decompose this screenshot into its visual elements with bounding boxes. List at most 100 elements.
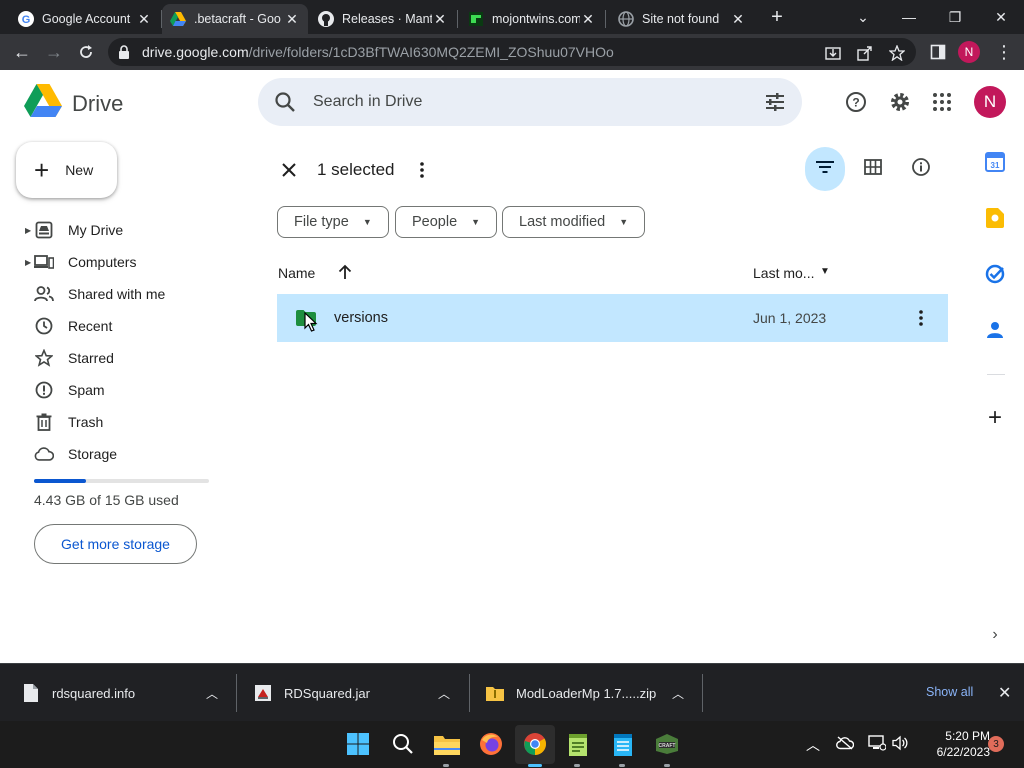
tab-separator: [605, 10, 606, 28]
install-app-icon[interactable]: [824, 44, 842, 62]
search-bar[interactable]: Search in Drive: [258, 78, 802, 126]
windows-taskbar: CRAFT ︿ 5:20 PM 6/22/2023 3: [0, 721, 1024, 768]
windows-start-icon[interactable]: [345, 731, 371, 757]
browser-tab-google-account[interactable]: G Google Account ✕: [10, 4, 160, 34]
sidebar-item-starred[interactable]: Starred: [0, 342, 240, 374]
browser-tab-mojontwins[interactable]: mojontwins.com ✕: [460, 4, 604, 34]
browser-toolbar: ← → drive.google.com/drive/folders/1cD3B…: [0, 34, 1024, 70]
tab-title: Site not found: [642, 12, 720, 26]
taskbar-search-icon[interactable]: [390, 731, 416, 757]
info-icon: [911, 157, 931, 182]
new-tab-button[interactable]: +: [766, 6, 788, 28]
notepad-icon[interactable]: [610, 731, 636, 757]
chip-label: People: [412, 214, 458, 230]
add-addon-plus-icon[interactable]: +: [985, 404, 1005, 431]
tasks-icon[interactable]: [985, 264, 1005, 284]
close-downloads-bar-icon[interactable]: ✕: [998, 683, 1011, 703]
chevron-up-icon[interactable]: ︿: [672, 685, 684, 702]
show-hidden-icons-chevron-icon[interactable]: ︿: [806, 735, 820, 755]
browser-tab-site-not-found[interactable]: Site not found ✕: [610, 4, 754, 34]
account-avatar[interactable]: N: [974, 86, 1006, 118]
close-tab-icon[interactable]: ✕: [730, 11, 746, 27]
onedrive-cloud-icon[interactable]: [836, 736, 855, 753]
keep-icon[interactable]: [985, 208, 1005, 228]
row-more-actions-icon[interactable]: [911, 308, 931, 328]
file-explorer-icon[interactable]: [434, 731, 460, 757]
bookmark-star-icon[interactable]: [888, 44, 906, 62]
chrome-icon[interactable]: [522, 731, 548, 757]
system-clock[interactable]: 5:20 PM 6/22/2023: [918, 728, 990, 760]
reload-icon[interactable]: [74, 40, 98, 64]
drive-logo[interactable]: Drive: [24, 84, 123, 123]
chevron-up-icon[interactable]: ︿: [206, 685, 218, 702]
column-header-name[interactable]: Name: [278, 265, 315, 281]
chevron-up-icon[interactable]: ︿: [438, 685, 450, 702]
browser-tab-strip: G Google Account ✕ .betacraft - Goo ✕ Re…: [0, 0, 1024, 34]
apps-grid-icon[interactable]: [930, 90, 954, 114]
table-row[interactable]: versions Jun 1, 2023: [277, 294, 948, 342]
clear-selection-close-icon[interactable]: [278, 159, 300, 181]
download-item-rdsquared-jar[interactable]: RDSquared.jar ︿: [254, 664, 464, 722]
details-info-button[interactable]: [901, 147, 941, 191]
share-icon[interactable]: [856, 44, 874, 62]
filter-chip-last-modified[interactable]: Last modified ▼: [502, 206, 646, 238]
close-tab-icon[interactable]: ✕: [432, 11, 448, 27]
sidebar-item-my-drive[interactable]: ▶ My Drive: [0, 214, 240, 246]
sidebar-item-spam[interactable]: Spam: [0, 374, 240, 406]
expand-side-panel-chevron-icon[interactable]: ›: [985, 625, 1005, 645]
sidebar-item-storage[interactable]: Storage: [0, 438, 240, 470]
get-more-storage-button[interactable]: Get more storage: [34, 524, 197, 564]
betacraft-launcher-icon[interactable]: CRAFT: [654, 731, 680, 757]
sidebar-item-computers[interactable]: ▶ Computers: [0, 246, 240, 278]
forward-icon[interactable]: →: [42, 40, 66, 64]
list-view-button[interactable]: [805, 147, 845, 191]
sort-ascending-arrow-icon[interactable]: [338, 264, 352, 285]
firefox-icon[interactable]: [478, 731, 504, 757]
download-item-modloadermp-zip[interactable]: ModLoaderMp 1.7.....zip ︿: [486, 664, 696, 722]
sidebar-item-recent[interactable]: Recent: [0, 310, 240, 342]
calendar-icon[interactable]: 31: [985, 152, 1005, 172]
help-icon[interactable]: ?: [844, 90, 868, 114]
browser-tab-releases[interactable]: Releases · Mant ✕: [310, 4, 456, 34]
filter-chip-file-type[interactable]: File type ▼: [277, 206, 389, 238]
tab-search-icon[interactable]: ⌄: [840, 0, 886, 34]
new-button[interactable]: + New: [16, 142, 117, 198]
url-text: drive.google.com/drive/folders/1cD3BfTWA…: [142, 44, 614, 60]
volume-icon[interactable]: [892, 735, 908, 754]
svg-text:G: G: [22, 14, 31, 26]
more-actions-icon[interactable]: [412, 159, 432, 181]
notification-badge[interactable]: 3: [988, 736, 1004, 752]
close-window-icon[interactable]: ✕: [978, 0, 1024, 34]
minimize-icon[interactable]: —: [886, 0, 932, 34]
column-header-last-modified[interactable]: Last mo...: [753, 265, 814, 281]
column-dropdown-arrow-icon[interactable]: ▼: [820, 266, 830, 277]
back-icon[interactable]: ←: [10, 40, 34, 64]
storage-usage-text: 4.43 GB of 15 GB used: [34, 492, 179, 508]
sidebar-item-shared-with-me[interactable]: Shared with me: [0, 278, 240, 310]
browser-tab-betacraft[interactable]: .betacraft - Goo ✕: [162, 4, 308, 34]
contacts-icon[interactable]: [985, 320, 1005, 340]
notepad-plus-icon[interactable]: [565, 731, 591, 757]
show-all-downloads-link[interactable]: Show all: [926, 685, 973, 699]
sidebar-item-trash[interactable]: Trash: [0, 406, 240, 438]
search-icon[interactable]: [274, 91, 296, 118]
search-input[interactable]: Search in Drive: [313, 93, 422, 111]
sidebar-item-label: Shared with me: [68, 286, 166, 302]
close-tab-icon[interactable]: ✕: [580, 11, 596, 27]
address-bar[interactable]: drive.google.com/drive/folders/1cD3BfTWA…: [108, 38, 916, 66]
close-tab-icon[interactable]: ✕: [284, 11, 300, 27]
download-item-rdsquared-info[interactable]: rdsquared.info ︿: [22, 664, 232, 722]
browser-menu-icon[interactable]: ⋮: [992, 40, 1016, 64]
browser-profile-avatar[interactable]: N: [958, 41, 980, 63]
filter-chip-people[interactable]: People ▼: [395, 206, 498, 238]
restore-icon[interactable]: ❐: [932, 0, 978, 34]
expand-arrow-icon[interactable]: ▶: [25, 226, 31, 235]
network-icon[interactable]: [868, 735, 887, 754]
search-options-icon[interactable]: [764, 91, 786, 118]
grid-view-button[interactable]: [853, 147, 893, 191]
settings-gear-icon[interactable]: [888, 90, 912, 114]
side-panel-icon[interactable]: [926, 40, 950, 64]
sidebar-item-label: Starred: [68, 350, 114, 366]
expand-arrow-icon[interactable]: ▶: [25, 258, 31, 267]
close-tab-icon[interactable]: ✕: [136, 11, 152, 27]
